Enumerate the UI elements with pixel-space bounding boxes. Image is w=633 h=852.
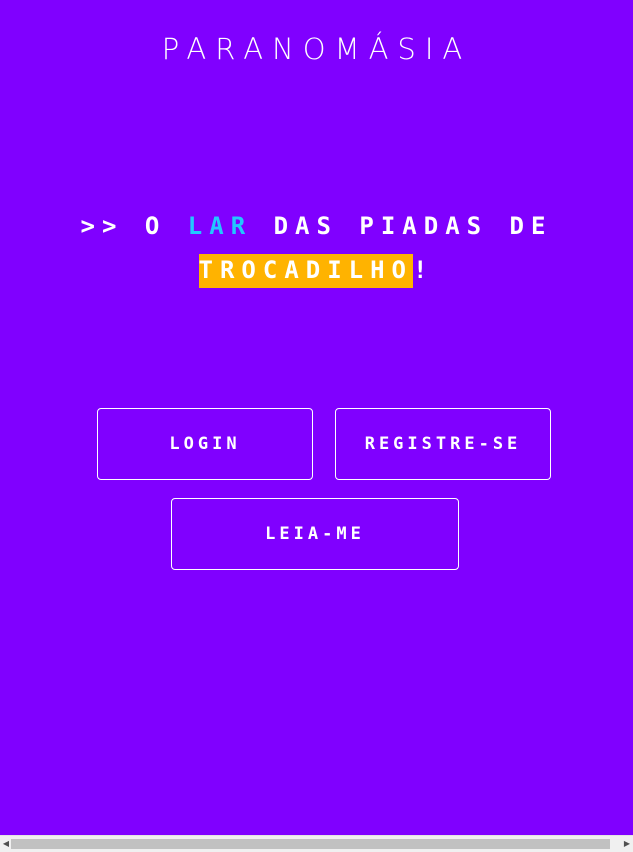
readme-button[interactable]: Leia-me: [171, 498, 459, 570]
tagline-prefix: >> o: [80, 212, 188, 240]
scrollbar-thumb[interactable]: [11, 839, 610, 849]
tagline-boxed-word: trocadilho: [198, 254, 414, 288]
login-button[interactable]: Login: [97, 408, 313, 480]
scroll-right-arrow-icon[interactable]: ▶: [622, 839, 632, 849]
tagline-suffix: !: [413, 256, 435, 284]
horizontal-scrollbar[interactable]: ◀ ▶: [0, 835, 633, 852]
tagline-highlight-word: lar: [187, 212, 253, 240]
tagline-middle: das piadas de: [252, 212, 553, 240]
site-title: PARANOMÁSIA: [161, 32, 472, 66]
register-button[interactable]: Registre-se: [335, 408, 551, 480]
scroll-left-arrow-icon[interactable]: ◀: [1, 839, 11, 849]
tagline: >> o lar das piadas de trocadilho!: [40, 204, 593, 292]
